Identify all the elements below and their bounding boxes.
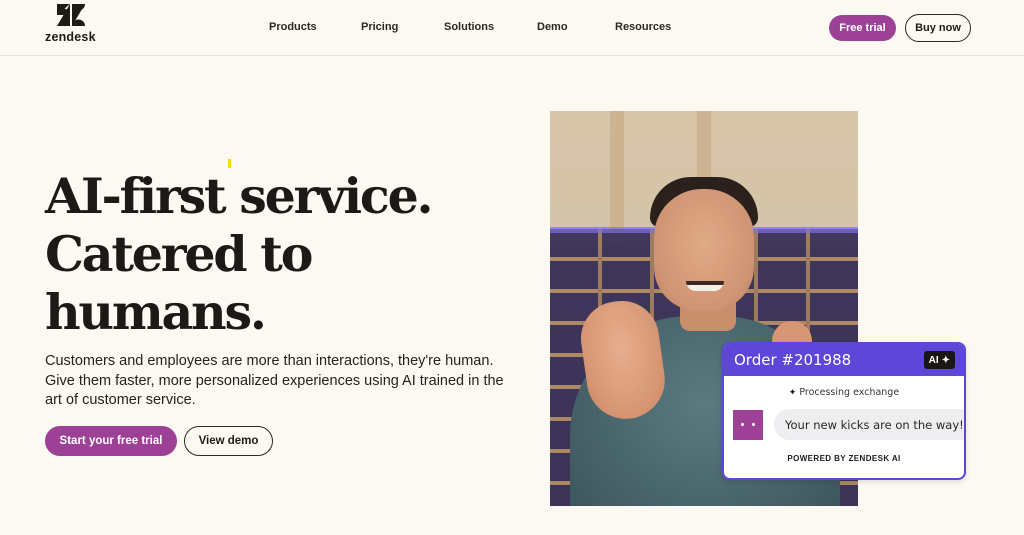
bot-avatar-eye <box>752 423 755 426</box>
photo-wall-beam <box>610 111 624 241</box>
hero-subtitle: Customers and employees are more than in… <box>45 353 504 408</box>
order-chat-card: Order #201988 AI ✦ ✦ Processing exchange … <box>722 342 966 480</box>
view-demo-button[interactable]: View demo <box>184 426 273 456</box>
processing-status: ✦ Processing exchange <box>724 387 964 398</box>
sparkle-icon: ✦ <box>788 388 797 398</box>
logo-wordmark: zendesk <box>45 30 96 44</box>
nav-solutions[interactable]: Solutions <box>444 21 494 33</box>
start-free-trial-button[interactable]: Start your free trial <box>45 426 177 456</box>
hero-title-line-1: AI-first service. <box>45 167 434 225</box>
sparkle-icon: ✦ <box>941 354 950 366</box>
order-title: Order #201988 <box>734 351 852 369</box>
ai-badge-label: AI <box>928 354 939 366</box>
site-header: zendesk Products Pricing Solutions Demo … <box>0 0 1024 56</box>
nav-products[interactable]: Products <box>269 21 317 33</box>
ai-badge: AI ✦ <box>923 351 955 369</box>
nav-pricing[interactable]: Pricing <box>361 21 398 33</box>
card-header: Order #201988 AI ✦ <box>724 344 964 376</box>
hero-title: AI-first service. Catered to humans. <box>45 167 475 341</box>
zendesk-logo-icon <box>57 4 85 26</box>
photo-person-smile <box>686 281 724 291</box>
bot-avatar <box>733 410 763 440</box>
nav-resources[interactable]: Resources <box>615 21 671 33</box>
hero-title-line-2: Catered to <box>45 225 313 283</box>
nav-demo[interactable]: Demo <box>537 21 568 33</box>
buy-now-button[interactable]: Buy now <box>905 14 971 42</box>
processing-status-text: Processing exchange <box>799 387 900 398</box>
free-trial-button[interactable]: Free trial <box>829 15 896 41</box>
bot-avatar-eye <box>741 423 744 426</box>
photo-person-face <box>654 189 754 311</box>
powered-by-label: POWERED BY ZENDESK AI <box>787 454 901 463</box>
hero-title-line-3: humans. <box>45 283 267 341</box>
chat-message-bubble: Your new kicks are on the way! <box>774 409 964 440</box>
zendesk-logo[interactable]: zendesk <box>45 4 99 44</box>
